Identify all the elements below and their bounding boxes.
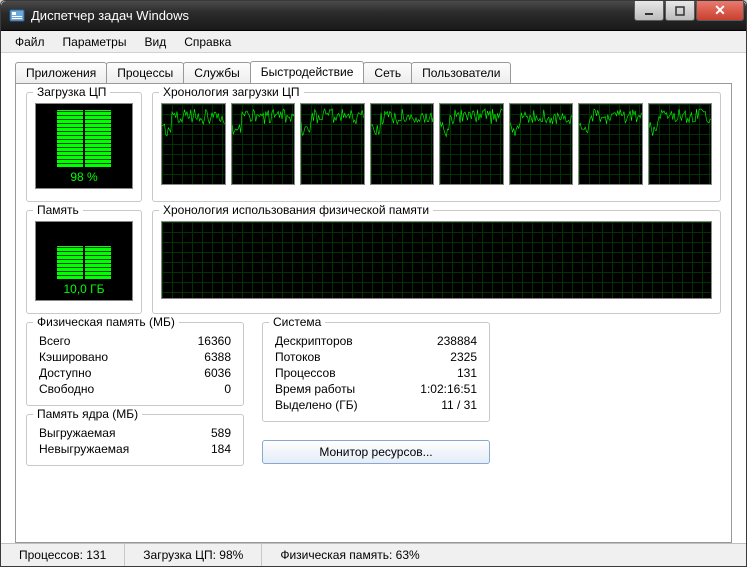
physical-memory-label: Физическая память (МБ) — [33, 315, 179, 329]
stat-key: Кэшировано — [39, 350, 108, 364]
status-cpu: Загрузка ЦП: 98% — [125, 544, 262, 566]
tab-users[interactable]: Пользователи — [411, 62, 511, 84]
menu-file[interactable]: Файл — [7, 33, 53, 51]
stat-value: 16360 — [161, 334, 231, 348]
tab-performance[interactable]: Быстродействие — [250, 61, 365, 83]
stat-key: Свободно — [39, 382, 94, 396]
cpu-core-graph — [231, 103, 296, 185]
stat-value: 2325 — [407, 350, 477, 364]
cpu-core-graph — [578, 103, 643, 185]
close-icon: ✕ — [714, 2, 726, 19]
memory-usage-label: Память — [33, 203, 83, 217]
stat-row: Доступно 6036 — [35, 365, 235, 381]
stat-value: 238884 — [407, 334, 477, 348]
memory-history-group: Хронология использования физической памя… — [152, 210, 721, 314]
stat-key: Выгружаемая — [39, 426, 115, 440]
stat-row: Кэшировано 6388 — [35, 349, 235, 365]
cpu-core-graph — [439, 103, 504, 185]
tab-applications[interactable]: Приложения — [15, 62, 107, 84]
tab-processes[interactable]: Процессы — [106, 62, 184, 84]
stat-value: 1:02:16:51 — [407, 382, 477, 396]
tab-networking[interactable]: Сеть — [363, 62, 412, 84]
cpu-usage-group: Загрузка ЦП 98 % — [26, 92, 142, 202]
stat-key: Невыгружаемая — [39, 442, 129, 456]
cpu-core-graphs — [161, 103, 712, 185]
stat-row: Выделено (ГБ) 11 / 31 — [271, 397, 481, 413]
cpu-core-graph — [648, 103, 713, 185]
cpu-usage-label: Загрузка ЦП — [33, 85, 110, 99]
window-title: Диспетчер задач Windows — [31, 8, 633, 23]
stat-row: Невыгружаемая 184 — [35, 441, 235, 457]
stat-key: Процессов — [275, 366, 336, 380]
system-group: Система Дескрипторов238884Потоков2325Про… — [262, 322, 490, 422]
titlebar[interactable]: Диспетчер задач Windows ✕ — [1, 1, 746, 31]
cpu-history-label: Хронология загрузки ЦП — [159, 85, 304, 99]
kernel-memory-label: Память ядра (МБ) — [33, 407, 142, 421]
status-memory: Физическая память: 63% — [262, 544, 746, 566]
stat-row: Процессов 131 — [271, 365, 481, 381]
memory-history-label: Хронология использования физической памя… — [159, 203, 433, 217]
cpu-core-graph — [300, 103, 365, 185]
menu-bar: Файл Параметры Вид Справка — [1, 31, 746, 53]
task-manager-window: Диспетчер задач Windows ✕ Файл Параметры… — [0, 0, 747, 567]
stat-row: Выгружаемая 589 — [35, 425, 235, 441]
cpu-core-graph — [509, 103, 574, 185]
memory-history-graph — [161, 221, 712, 299]
stat-key: Выделено (ГБ) — [275, 398, 358, 412]
stat-row: Свободно 0 — [35, 381, 235, 397]
cpu-usage-meter: 98 % — [35, 103, 133, 189]
stat-row: Всего 16360 — [35, 333, 235, 349]
kernel-memory-group: Память ядра (МБ) Выгружаемая589Невыгружа… — [26, 414, 244, 466]
stat-value: 184 — [161, 442, 231, 456]
stat-key: Доступно — [39, 366, 91, 380]
stat-value: 6036 — [161, 366, 231, 380]
stat-key: Потоков — [275, 350, 321, 364]
stat-value: 6388 — [161, 350, 231, 364]
tab-services[interactable]: Службы — [183, 62, 250, 84]
status-bar: Процессов: 131 Загрузка ЦП: 98% Физическ… — [1, 543, 746, 566]
maximize-button[interactable] — [665, 1, 695, 21]
cpu-usage-value: 98 % — [70, 170, 97, 184]
stat-row: Потоков 2325 — [271, 349, 481, 365]
stat-value: 589 — [161, 426, 231, 440]
resource-monitor-button[interactable]: Монитор ресурсов... — [262, 440, 490, 464]
menu-view[interactable]: Вид — [136, 33, 174, 51]
stat-key: Время работы — [275, 382, 355, 396]
stat-value: 0 — [161, 382, 231, 396]
window-controls: ✕ — [633, 1, 744, 21]
memory-usage-group: Память 10,0 ГБ — [26, 210, 142, 314]
tab-bar: Приложения Процессы Службы Быстродействи… — [1, 53, 746, 83]
physical-memory-group: Физическая память (МБ) Всего16360Кэширов… — [26, 322, 244, 406]
performance-panel: Загрузка ЦП 98 % Хронология загрузки ЦП … — [15, 83, 732, 543]
memory-usage-value: 10,0 ГБ — [63, 282, 104, 296]
stat-value: 131 — [407, 366, 477, 380]
app-icon — [9, 8, 25, 24]
cpu-history-group: Хронология загрузки ЦП — [152, 92, 721, 202]
stat-key: Всего — [39, 334, 70, 348]
minimize-button[interactable] — [634, 1, 664, 21]
stat-row: Время работы 1:02:16:51 — [271, 381, 481, 397]
stat-row: Дескрипторов 238884 — [271, 333, 481, 349]
cpu-core-graph — [370, 103, 435, 185]
menu-help[interactable]: Справка — [176, 33, 239, 51]
stat-key: Дескрипторов — [275, 334, 353, 348]
system-label: Система — [269, 315, 325, 329]
status-processes: Процессов: 131 — [1, 544, 125, 566]
menu-options[interactable]: Параметры — [55, 33, 135, 51]
stat-value: 11 / 31 — [407, 398, 477, 412]
close-button[interactable]: ✕ — [696, 1, 744, 21]
memory-usage-meter: 10,0 ГБ — [35, 221, 133, 301]
cpu-core-graph — [161, 103, 226, 185]
